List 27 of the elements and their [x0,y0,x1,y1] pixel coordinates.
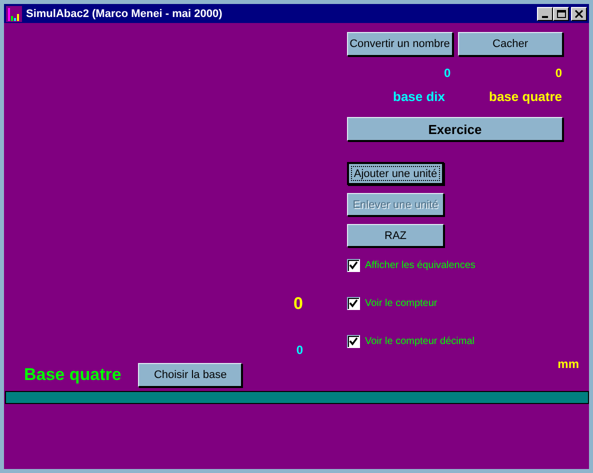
counter-value: 0 [555,66,562,80]
maximize-button[interactable] [553,6,569,20]
close-icon [575,10,583,18]
command-button[interactable]: Cacher [458,32,563,56]
action-button[interactable]: RAZ [347,224,444,247]
checkbox[interactable] [347,335,360,348]
checkbox-label[interactable]: Voir le compteur décimal [365,336,474,347]
maximize-icon [556,10,566,18]
unit-label: mm [558,357,579,371]
window-title: SimulAbac2 (Marco Menei - mai 2000) [26,8,222,20]
exercise-button[interactable]: Exercice [347,117,563,141]
minimize-icon [542,16,548,18]
choose-base-button[interactable]: Choisir la base [138,363,242,387]
command-button[interactable]: Convertir un nombre [347,32,452,56]
base-label: base dix [393,89,446,104]
big-counter: 0 [294,294,303,314]
minimize-button[interactable] [537,6,553,20]
close-button[interactable] [571,6,587,20]
checkbox-label[interactable]: Afficher les équivalences [365,260,476,271]
base-label: base quatre [489,89,562,104]
counter-value: 0 [444,66,451,80]
checkbox[interactable] [347,297,360,310]
checkbox-label[interactable]: Voir le compteur [365,298,438,309]
base-title: Base quatre [24,365,122,385]
decimal-counter: 0 [296,342,303,356]
checkbox[interactable] [347,259,360,272]
action-button[interactable]: Ajouter une unité [347,162,444,185]
